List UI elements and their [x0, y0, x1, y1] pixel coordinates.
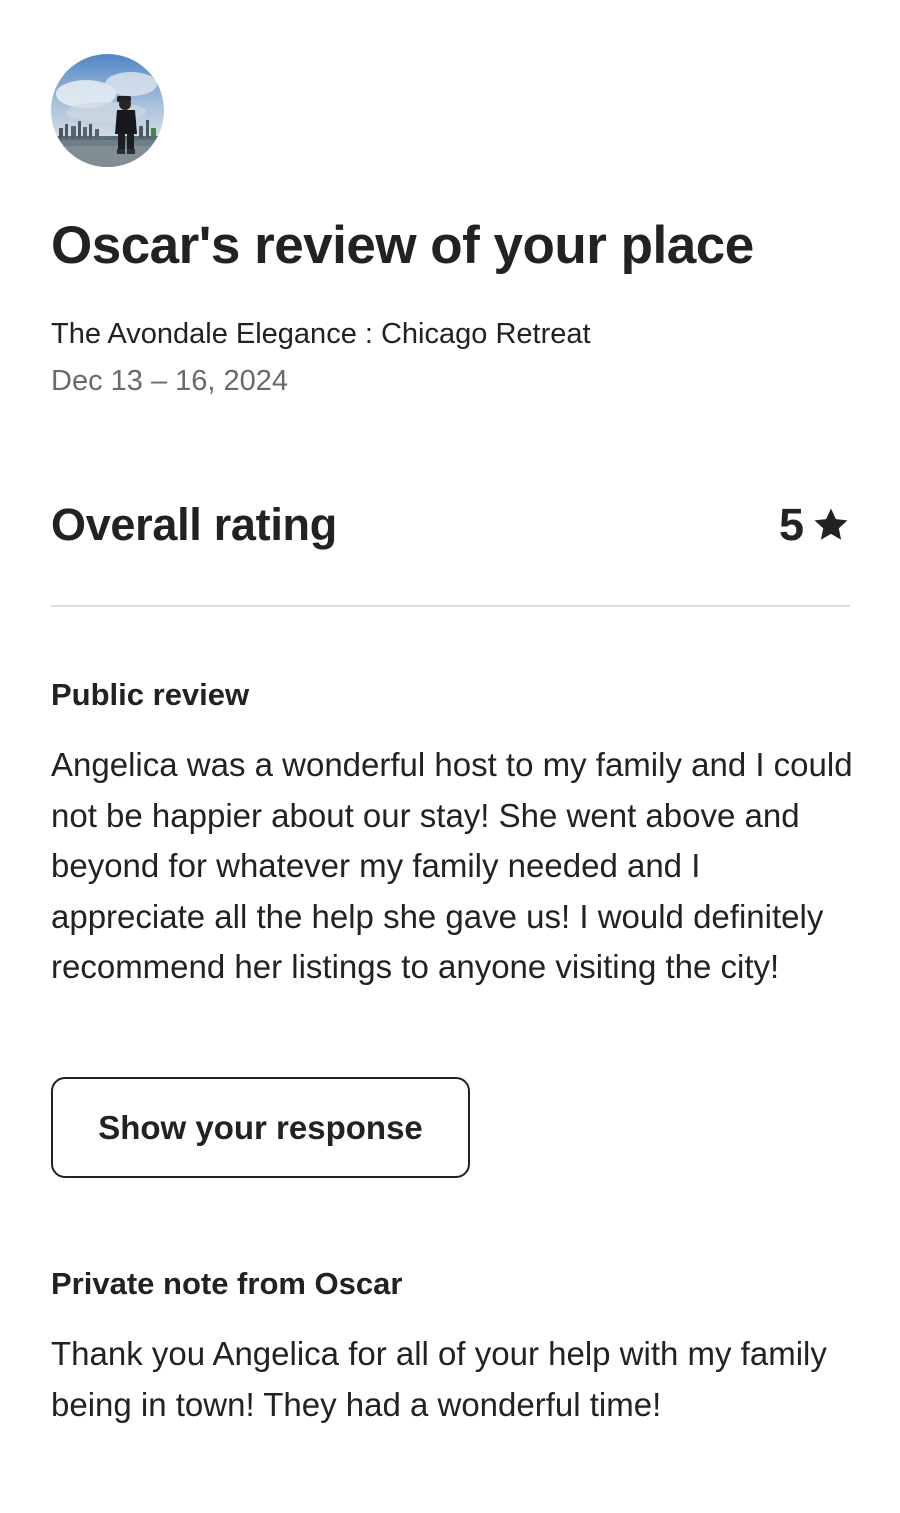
section-divider	[51, 605, 850, 607]
public-review-heading: Public review	[51, 677, 250, 712]
show-response-button[interactable]: Show your response	[51, 1077, 470, 1178]
page-title: Oscar's review of your place	[51, 216, 754, 275]
rating-value: 5	[778, 499, 804, 550]
public-review-text: Angelica was a wonderful host to my fami…	[51, 746, 853, 985]
star-icon	[814, 508, 848, 540]
listing-name: The Avondale Elegance : Chicago Retreat	[51, 318, 591, 350]
stay-dates: Dec 13 – 16, 2024	[51, 365, 289, 397]
private-note-heading: Private note from Oscar	[51, 1266, 403, 1301]
private-note-text: Thank you Angelica for all of your help …	[51, 1335, 827, 1423]
overall-rating-row: Overall rating 5	[51, 495, 850, 555]
overall-rating-score: 5	[779, 495, 850, 555]
avatar[interactable]	[51, 54, 164, 167]
overall-rating-label: Overall rating	[51, 499, 337, 550]
avatar-photo	[51, 54, 164, 167]
